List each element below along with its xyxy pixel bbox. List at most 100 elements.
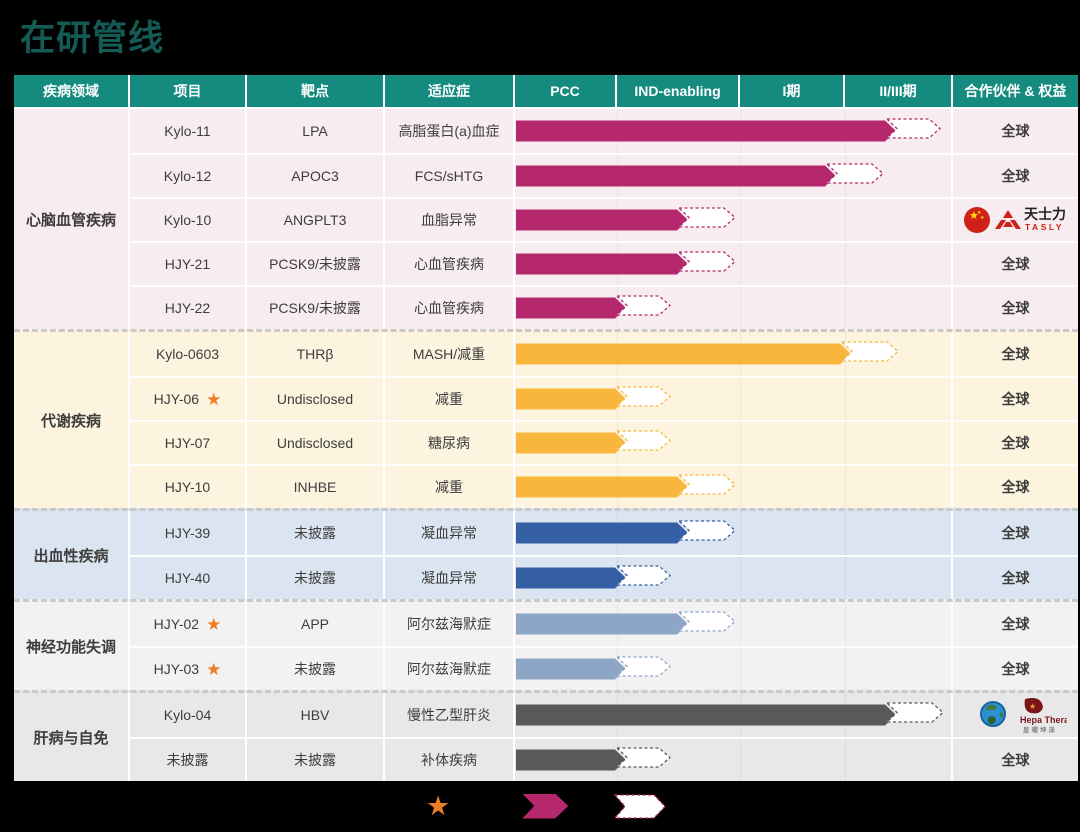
progress-bar-dashed [678,207,736,233]
table-row: 未披露未披露补体疾病 全球 [130,737,1078,781]
header-project: 项目 [130,75,247,109]
indication-cell: 心血管疾病 [385,285,515,329]
star-icon: ★ [206,616,221,633]
partner-rights-label: 全球 [953,376,1078,420]
project-cell: 未披露 [130,737,247,781]
group-rows: HJY-39未披露凝血异常 全球HJY-40未披露凝血异常 全球 [130,511,1078,599]
header-phase1: I期 [740,75,845,109]
progress-bar-solid [516,344,851,365]
dashed-arrow-icon [616,656,671,677]
phase-grid-line [845,511,846,555]
progress-bar-dashed [886,118,941,144]
header-disease-area: 疾病领域 [14,75,130,109]
table-row: Kylo-12APOC3FCS/sHTG 全球 [130,153,1078,197]
star-icon: ★ [206,661,221,678]
table-header-row: 疾病领域 项目 靶点 适应症 PCC IND-enabling I期 II/II… [14,75,1078,109]
dashed-arrow-icon [841,341,899,362]
progress-bar-solid [516,389,626,410]
phase-progress-cell [515,511,953,555]
partner-rights-label: 全球 [953,511,1078,555]
target-cell: APP [247,602,385,646]
partner-rights-label: 全球 [953,420,1078,464]
target-cell: ANGPLT3 [247,197,385,241]
table-row: Kylo-11LPA高脂蛋白(a)血症 全球 [130,109,1078,153]
phase-progress-cell [515,197,953,241]
phase-grid-line [740,466,741,508]
partner-rights-label: 全球 [953,109,1078,153]
target-cell: PCSK9/未披露 [247,241,385,285]
dashed-arrow-icon [614,794,666,819]
dashed-arrow-icon [678,251,736,272]
target-cell: 未披露 [247,555,385,599]
disease-area-label: 出血性疾病 [14,511,130,599]
phase-grid-line [845,557,846,599]
table-row: HJY-22PCSK9/未披露心血管疾病 全球 [130,285,1078,329]
progress-bar-dashed [678,474,736,500]
project-cell: HJY-07 [130,420,247,464]
header-ind-enabling: IND-enabling [617,75,740,109]
phase-grid-line [845,602,846,646]
phase-grid-line [845,287,846,329]
table-row: Kylo-10ANGPLT3血脂异常 ★ ★ ★ 天士力 TASLY [130,197,1078,241]
svg-text:TASLY: TASLY [1025,222,1064,232]
phase-progress-cell [515,555,953,599]
svg-text:★: ★ [980,215,985,221]
globe-icon [981,702,1005,726]
phase-grid-line [740,602,741,646]
progress-bar-solid [516,210,688,231]
leaf-icon: ★ [1024,698,1042,713]
phase-grid-line [740,422,741,464]
indication-cell: 心血管疾病 [385,241,515,285]
target-cell: 未披露 [247,737,385,781]
progress-bar-dashed [841,341,899,367]
indication-cell: 阿尔兹海默症 [385,646,515,690]
table-row: HJY-10INHBE减重 全球 [130,464,1078,508]
disease-area-label: 代谢疾病 [14,332,130,508]
indication-cell: 阿尔兹海默症 [385,602,515,646]
dashed-arrow-icon [678,611,736,632]
phase-grid-line [740,557,741,599]
project-cell: Kylo-12 [130,153,247,197]
indication-cell: 补体疾病 [385,737,515,781]
svg-text:★: ★ [1029,702,1036,711]
indication-cell: 高脂蛋白(a)血症 [385,109,515,153]
progress-bar-solid [516,523,688,544]
progress-bar-dashed [616,430,671,456]
indication-cell: 糖尿病 [385,420,515,464]
group-rows: Kylo-11LPA高脂蛋白(a)血症 全球Kylo-12APOC3FCS/sH… [130,109,1078,329]
phase-grid-line [740,199,741,241]
project-cell: HJY-22 [130,285,247,329]
target-cell: 未披露 [247,646,385,690]
progress-bar-solid [516,298,626,319]
project-cell: Kylo-04 [130,693,247,737]
header-target: 靶点 [247,75,385,109]
phase-progress-cell [515,464,953,508]
indication-cell: 血脂异常 [385,197,515,241]
table-row: HJY-07Undisclosed糖尿病 全球 [130,420,1078,464]
group-rows: Kylo-0603THRβMASH/减重 全球HJY-06★Undisclose… [130,332,1078,508]
phase-grid-line [845,466,846,508]
dashed-arrow-icon [616,295,671,316]
phase-grid-line [845,378,846,420]
legend: ★ [0,788,1080,824]
table-row: HJY-40未披露凝血异常 全球 [130,555,1078,599]
project-cell: Kylo-11 [130,109,247,153]
phase-progress-cell [515,153,953,197]
partner-rights-label: 全球 [953,646,1078,690]
tasly-logo: ★ ★ ★ 天士力 TASLY [962,202,1070,238]
progress-bar-dashed [616,386,671,412]
dashed-arrow-icon [616,747,671,768]
progress-bar-solid [516,614,688,635]
table-row: HJY-21PCSK9/未披露心血管疾病 全球 [130,241,1078,285]
partner-rights-label: 全球 [953,464,1078,508]
phase-progress-cell [515,109,953,153]
project-label: Kylo-12 [164,168,211,184]
phase-grid-line [740,739,741,781]
project-cell: Kylo-10 [130,197,247,241]
project-cell: HJY-10 [130,464,247,508]
progress-bar-dashed [616,295,671,321]
project-label: HJY-22 [165,300,210,316]
phase-grid-line [845,199,846,241]
pipeline-slide: 在研管线 疾病领域 项目 靶点 适应症 PCC IND-enabling I期 … [0,0,1080,832]
disease-area-label: 肝病与自免 [14,693,130,781]
